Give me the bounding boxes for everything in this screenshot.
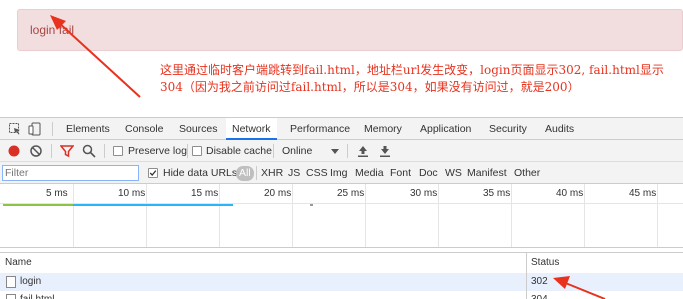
toolbar-divider: [104, 144, 105, 158]
request-status: 304: [531, 291, 548, 299]
filter-type-ws[interactable]: WS: [445, 162, 462, 184]
table-row[interactable]: fail.html 304: [0, 291, 683, 299]
request-status: 302: [531, 276, 548, 287]
timeline-tick: 15 ms: [191, 188, 219, 199]
toolbar-divider: [273, 144, 274, 158]
timeline-tick: 25 ms: [337, 188, 365, 199]
column-header-status[interactable]: Status: [531, 253, 559, 273]
timeline-gridline: [146, 184, 147, 247]
filter-input[interactable]: Filter: [2, 165, 139, 181]
filter-type-all[interactable]: All: [236, 166, 254, 181]
clear-icon[interactable]: [29, 144, 43, 158]
error-alert: login fail: [17, 9, 683, 51]
filter-type-doc[interactable]: Doc: [419, 162, 438, 184]
inspect-element-icon[interactable]: [8, 122, 22, 136]
network-toolbar: Preserve log Disable cache Online: [0, 140, 683, 162]
tab-memory[interactable]: Memory: [364, 118, 402, 140]
tab-application[interactable]: Application: [420, 118, 471, 140]
filter-type-css[interactable]: CSS: [306, 162, 328, 184]
disable-cache-checkbox[interactable]: [192, 146, 202, 156]
hide-data-urls-label: Hide data URLs: [163, 167, 238, 179]
timeline-gridline: [657, 184, 658, 247]
tab-performance[interactable]: Performance: [290, 118, 350, 140]
timeline-tick: 20 ms: [264, 188, 292, 199]
annotation-note: 这里通过临时客户端跳转到fail.html，地址栏url发生改变，login页面…: [160, 63, 664, 94]
timeline-gridline: [292, 184, 293, 247]
timeline-tick: 5 ms: [46, 188, 68, 199]
timeline-overview[interactable]: 5 ms 10 ms 15 ms 20 ms 25 ms 30 ms 35 ms…: [0, 184, 683, 248]
timeline-tick: 35 ms: [483, 188, 511, 199]
filter-type-media[interactable]: Media: [355, 162, 384, 184]
timeline-bar-waiting: [3, 204, 73, 206]
timeline-bar-download: [73, 204, 233, 206]
tab-elements[interactable]: Elements: [66, 118, 110, 140]
column-divider: [526, 273, 527, 291]
chevron-down-icon[interactable]: [328, 144, 342, 158]
timeline-tick: 10 ms: [118, 188, 146, 199]
search-icon[interactable]: [82, 144, 96, 158]
column-divider: [526, 291, 527, 299]
table-row[interactable]: login 302: [0, 273, 683, 291]
filter-type-img[interactable]: Img: [330, 162, 348, 184]
request-name[interactable]: fail.html: [20, 291, 54, 299]
timeline-bar-marker: [310, 204, 313, 206]
timeline-gridline: [219, 184, 220, 247]
export-har-icon[interactable]: [378, 144, 392, 158]
throttling-select[interactable]: Online: [282, 140, 312, 162]
tabbar-divider: [52, 122, 53, 136]
preserve-log-label: Preserve log: [128, 145, 187, 157]
timeline-tick: 30 ms: [410, 188, 438, 199]
page-content: login fail 这里通过临时客户端跳转到fail.html，地址栏url发…: [0, 0, 683, 117]
preserve-log-checkbox[interactable]: [113, 146, 123, 156]
filter-divider: [256, 166, 257, 180]
toolbar-divider: [51, 144, 52, 158]
tab-sources[interactable]: Sources: [179, 118, 218, 140]
record-icon[interactable]: [7, 144, 21, 158]
timeline-tick: 45 ms: [629, 188, 657, 199]
tab-network[interactable]: Network: [226, 118, 277, 140]
toolbar-divider: [347, 144, 348, 158]
toolbar-divider: [187, 144, 188, 158]
checkmark-icon: [149, 170, 157, 176]
devtools-panel: Elements Console Sources Network Perform…: [0, 117, 683, 299]
tab-console[interactable]: Console: [125, 118, 164, 140]
document-icon: [6, 294, 16, 299]
column-header-name[interactable]: Name: [5, 253, 32, 273]
filter-type-js[interactable]: JS: [288, 162, 300, 184]
tab-security[interactable]: Security: [489, 118, 527, 140]
disable-cache-label: Disable cache: [206, 145, 272, 157]
document-icon: [6, 276, 16, 288]
alert-text: login fail: [30, 23, 75, 37]
filter-icon[interactable]: [60, 144, 74, 158]
timeline-gridline: [365, 184, 366, 247]
column-divider[interactable]: [526, 253, 527, 273]
timeline-gridline: [438, 184, 439, 247]
hide-data-urls-checkbox[interactable]: [148, 168, 158, 178]
device-toolbar-icon[interactable]: [28, 122, 42, 136]
timeline-gridline: [511, 184, 512, 247]
timeline-gridline: [584, 184, 585, 247]
timeline-tick: 40 ms: [556, 188, 584, 199]
filter-type-xhr[interactable]: XHR: [261, 162, 283, 184]
filter-type-other[interactable]: Other: [514, 162, 540, 184]
requests-table-header: Name Status: [0, 252, 683, 274]
filter-type-manifest[interactable]: Manifest: [467, 162, 507, 184]
tab-audits[interactable]: Audits: [545, 118, 574, 140]
network-filterbar: Filter Hide data URLs All XHR JS CSS Img…: [0, 162, 683, 184]
devtools-tabbar: Elements Console Sources Network Perform…: [0, 118, 683, 140]
request-name[interactable]: login: [20, 273, 41, 291]
timeline-gridline: [73, 184, 74, 247]
filter-type-font[interactable]: Font: [390, 162, 411, 184]
import-har-icon[interactable]: [356, 144, 370, 158]
